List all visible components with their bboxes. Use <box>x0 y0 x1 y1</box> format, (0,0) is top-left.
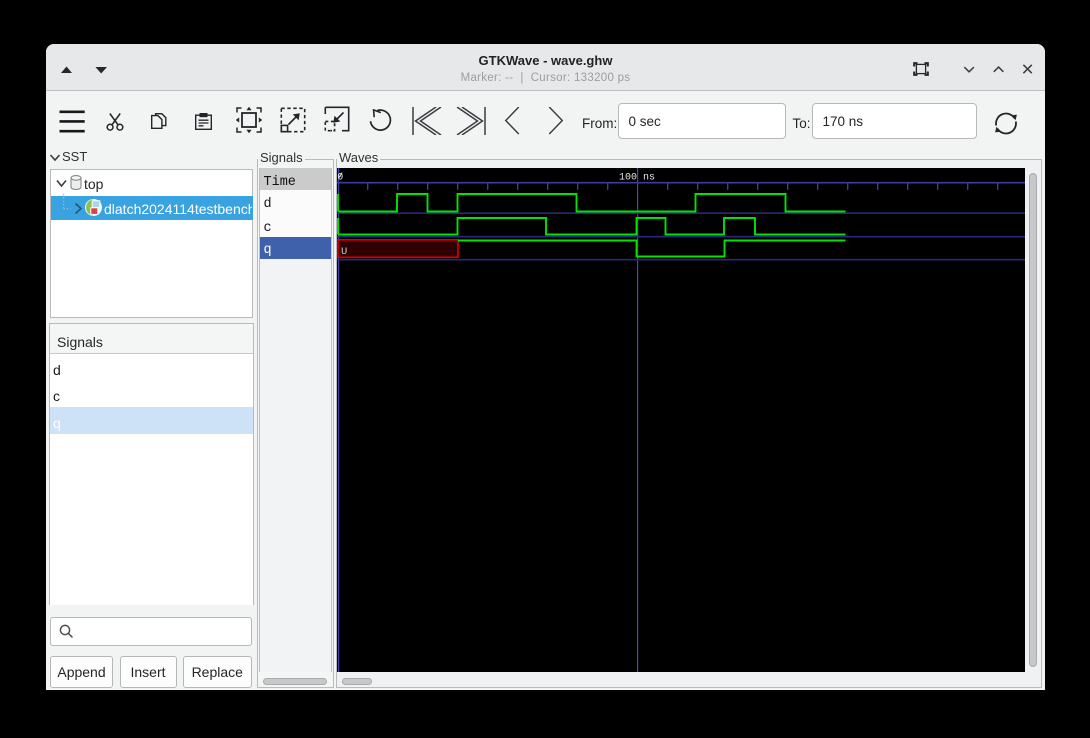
svg-text:100 ns: 100 ns <box>619 173 655 184</box>
svg-text:U: U <box>341 246 347 258</box>
